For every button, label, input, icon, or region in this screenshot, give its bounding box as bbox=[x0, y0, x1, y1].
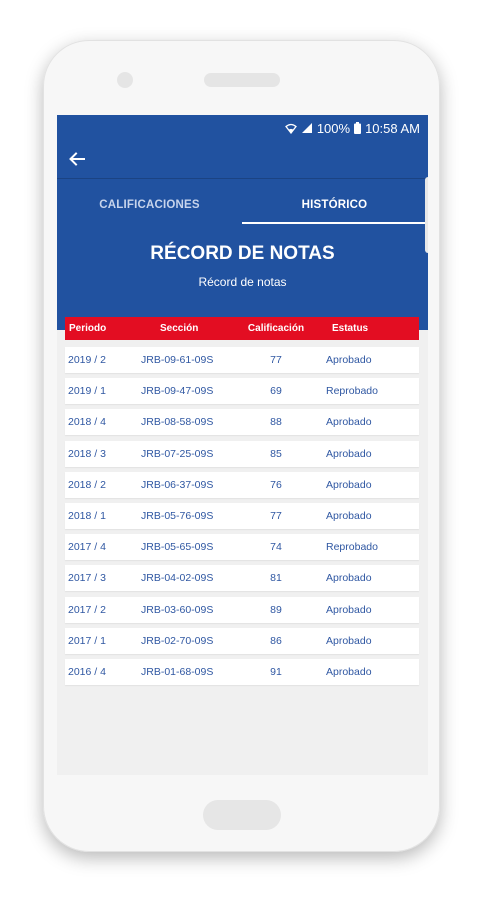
tab-calificaciones[interactable]: CALIFICACIONES bbox=[57, 187, 242, 223]
cell-calificacion: 81 bbox=[270, 572, 282, 585]
cell-seccion: JRB-06-37-09S bbox=[141, 478, 214, 491]
column-header-estatus: Estatus bbox=[332, 323, 369, 334]
cell-periodo: 2018 / 1 bbox=[68, 509, 106, 522]
table-row[interactable]: 2019 / 2 JRB-09-61-09S 77 Aprobado bbox=[65, 347, 419, 373]
table-row[interactable]: 2018 / 2 JRB-06-37-09S 76 Aprobado bbox=[65, 471, 419, 498]
cell-seccion: JRB-04-02-09S bbox=[141, 572, 214, 585]
cell-estatus: Aprobado bbox=[326, 416, 372, 429]
cell-estatus: Aprobado bbox=[326, 634, 372, 647]
cell-estatus: Aprobado bbox=[326, 354, 372, 366]
cell-periodo: 2018 / 3 bbox=[68, 447, 106, 460]
earpiece-speaker bbox=[204, 73, 280, 87]
table-row[interactable]: 2017 / 4 JRB-05-65-09S 74 Reprobado bbox=[65, 534, 419, 561]
table-row[interactable]: 2016 / 4 JRB-01-68-09S 91 Aprobado bbox=[65, 658, 419, 685]
table-header: Periodo Sección Calificación Estatus bbox=[65, 317, 419, 340]
front-camera bbox=[117, 72, 133, 88]
app-header: 100% 10:58 AM CALIFICACIONES HISTÓRICO R… bbox=[57, 115, 428, 330]
cell-seccion: JRB-05-65-09S bbox=[141, 541, 214, 554]
page-title: RÉCORD DE NOTAS bbox=[150, 243, 335, 264]
cell-estatus: Aprobado bbox=[326, 603, 372, 616]
cell-seccion: JRB-07-25-09S bbox=[141, 447, 214, 460]
cell-periodo: 2019 / 1 bbox=[68, 385, 106, 398]
app-screen: 100% 10:58 AM CALIFICACIONES HISTÓRICO R… bbox=[57, 115, 428, 775]
grades-table-body: 2019 / 2 JRB-09-61-09S 77 Aprobado 2019 … bbox=[65, 347, 419, 690]
column-header-calificacion: Calificación bbox=[247, 323, 305, 334]
table-row[interactable]: 2019 / 1 JRB-09-47-09S 69 Reprobado bbox=[65, 378, 419, 405]
back-button[interactable] bbox=[65, 149, 89, 173]
home-button[interactable] bbox=[203, 800, 281, 830]
table-row[interactable]: 2018 / 3 JRB-07-25-09S 85 Aprobado bbox=[65, 440, 419, 467]
column-header-seccion: Sección bbox=[160, 323, 199, 334]
page-subtitle: Récord de notas bbox=[198, 275, 287, 289]
cell-seccion: JRB-05-76-09S bbox=[141, 509, 214, 522]
cell-calificacion: 86 bbox=[270, 634, 282, 647]
tab-historico[interactable]: HISTÓRICO bbox=[242, 187, 427, 224]
cell-calificacion: 77 bbox=[270, 354, 282, 366]
status-bar: 100% 10:58 AM bbox=[284, 119, 420, 137]
cell-calificacion: 89 bbox=[270, 603, 282, 616]
cell-calificacion: 74 bbox=[270, 541, 282, 554]
cell-calificacion: 76 bbox=[270, 478, 282, 491]
cell-periodo: 2018 / 4 bbox=[68, 416, 106, 429]
wifi-icon bbox=[284, 123, 297, 134]
tab-bar: CALIFICACIONES HISTÓRICO bbox=[57, 187, 428, 224]
cell-periodo: 2019 / 2 bbox=[68, 354, 106, 366]
cell-estatus: Aprobado bbox=[326, 509, 372, 522]
cell-estatus: Aprobado bbox=[326, 572, 372, 585]
table-row[interactable]: 2017 / 2 JRB-03-60-09S 89 Aprobado bbox=[65, 596, 419, 623]
cell-estatus: Aprobado bbox=[326, 447, 372, 460]
cell-estatus: Aprobado bbox=[326, 478, 372, 491]
column-header-periodo: Periodo bbox=[69, 323, 107, 334]
cell-estatus: Reprobado bbox=[326, 385, 378, 398]
cell-signal-icon bbox=[301, 122, 313, 134]
cell-calificacion: 69 bbox=[270, 385, 282, 398]
table-row[interactable]: 2018 / 4 JRB-08-58-09S 88 Aprobado bbox=[65, 409, 419, 436]
toolbar-divider bbox=[57, 178, 428, 179]
cell-calificacion: 88 bbox=[270, 416, 282, 429]
cell-seccion: JRB-09-61-09S bbox=[141, 354, 214, 366]
cell-periodo: 2017 / 1 bbox=[68, 634, 106, 647]
cell-seccion: JRB-08-58-09S bbox=[141, 416, 214, 429]
cell-periodo: 2017 / 4 bbox=[68, 541, 106, 554]
cell-estatus: Reprobado bbox=[326, 541, 378, 554]
cell-seccion: JRB-03-60-09S bbox=[141, 603, 214, 616]
arrow-left-icon bbox=[69, 151, 85, 171]
clock: 10:58 AM bbox=[365, 120, 420, 136]
table-row[interactable]: 2018 / 1 JRB-05-76-09S 77 Aprobado bbox=[65, 502, 419, 529]
battery-icon bbox=[354, 122, 362, 134]
cell-calificacion: 91 bbox=[270, 665, 282, 678]
battery-percent: 100% bbox=[316, 120, 351, 136]
cell-seccion: JRB-02-70-09S bbox=[141, 634, 214, 647]
cell-periodo: 2017 / 2 bbox=[68, 603, 106, 616]
cell-calificacion: 85 bbox=[270, 447, 282, 460]
table-row[interactable]: 2017 / 3 JRB-04-02-09S 81 Aprobado bbox=[65, 565, 419, 592]
cell-periodo: 2016 / 4 bbox=[68, 665, 106, 678]
cell-estatus: Aprobado bbox=[326, 665, 372, 678]
cell-calificacion: 77 bbox=[270, 509, 282, 522]
cell-seccion: JRB-01-68-09S bbox=[141, 665, 214, 678]
cell-periodo: 2018 / 2 bbox=[68, 478, 106, 491]
cell-periodo: 2017 / 3 bbox=[68, 572, 106, 585]
cell-seccion: JRB-09-47-09S bbox=[141, 385, 214, 398]
table-row[interactable]: 2017 / 1 JRB-02-70-09S 86 Aprobado bbox=[65, 627, 419, 654]
scroll-edge-indicator bbox=[425, 177, 428, 253]
